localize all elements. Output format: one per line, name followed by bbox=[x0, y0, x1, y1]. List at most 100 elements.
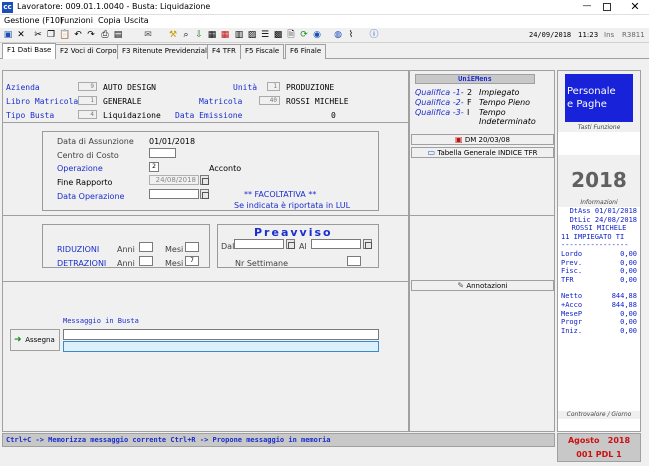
undo-icon[interactable]: ↶ bbox=[73, 30, 83, 40]
data-operazione-calendar-icon[interactable] bbox=[200, 189, 209, 199]
refresh-icon[interactable]: ⟳ bbox=[299, 30, 309, 40]
right-divider bbox=[410, 215, 554, 216]
toolbar-mode: Ins bbox=[604, 31, 615, 39]
tabella-tfr-button[interactable]: ▭ Tabella Generale INDICE TFR bbox=[411, 147, 554, 158]
qualifica-2-label: Qualifica -2- bbox=[415, 98, 464, 107]
assegna-arrow-icon: ➜ bbox=[14, 335, 22, 345]
delete-icon[interactable]: ✕ bbox=[16, 30, 26, 40]
preavviso-al-input[interactable] bbox=[311, 239, 361, 249]
unita-code: 1 bbox=[267, 82, 280, 91]
fine-rapporto-calendar-icon[interactable] bbox=[200, 175, 209, 185]
mail-icon[interactable]: ✉ bbox=[143, 30, 153, 40]
status-bar: Ctrl+C -> Memorizza messaggio corrente C… bbox=[2, 433, 555, 447]
document-icon[interactable]: 🗎 bbox=[286, 30, 296, 40]
toolbar-time: 11:23 bbox=[578, 31, 599, 39]
tab-finale[interactable]: F6 Finale bbox=[285, 44, 327, 59]
annotazioni-button[interactable]: ✎ Annotazioni bbox=[411, 280, 554, 291]
toolbar-code: R3811 bbox=[622, 31, 645, 39]
libro-name: GENERALE bbox=[103, 97, 142, 106]
maximize-icon[interactable] bbox=[603, 3, 611, 11]
info-row-tfr: TFR 0,00 bbox=[561, 275, 637, 284]
dm-button[interactable]: ▣ DM 20/03/08 bbox=[411, 134, 554, 145]
help-icon[interactable]: ◉ bbox=[312, 30, 322, 40]
preview-icon[interactable]: ▤ bbox=[113, 30, 123, 40]
window-title: Lavoratore: 009.01.1.0040 - Busta: Liqui… bbox=[17, 2, 211, 11]
operazione-input[interactable]: 2 bbox=[149, 162, 159, 172]
detrazioni-anni-input[interactable] bbox=[139, 256, 153, 266]
menu-funzioni[interactable]: Funzioni bbox=[60, 16, 93, 25]
info-dtass: DtAss 01/01/2018 bbox=[569, 207, 637, 215]
matricola-name: ROSSI MICHELE bbox=[286, 97, 349, 106]
minimize-icon[interactable]: — bbox=[580, 2, 594, 12]
data-assunzione-label: Data di Assunzione bbox=[57, 137, 134, 146]
redo-icon[interactable]: ↷ bbox=[86, 30, 96, 40]
dm-label: DM 20/03/08 bbox=[464, 136, 510, 144]
info-name: ROSSI MICHELE bbox=[571, 224, 627, 233]
tab-strip: F1 Dati Base F2 Voci di Corpo F3 Ritenut… bbox=[0, 43, 649, 59]
print-icon[interactable]: ⎙ bbox=[100, 30, 110, 40]
qualifica-1-label: Qualifica -1- bbox=[415, 88, 464, 97]
riduzioni-mesi-input[interactable] bbox=[185, 242, 199, 252]
globe-icon[interactable]: ◍ bbox=[333, 30, 343, 40]
year-display: 2018 bbox=[571, 168, 627, 192]
save-icon[interactable]: ▣ bbox=[3, 30, 13, 40]
info-row-lordo: Lordo 0,00 bbox=[561, 249, 637, 258]
preavviso-al-label: Al bbox=[299, 242, 307, 251]
preavviso-settimane-input[interactable] bbox=[347, 256, 361, 266]
detrazioni-mesi-input[interactable]: 7 bbox=[185, 256, 199, 266]
libro-code: 1 bbox=[78, 96, 97, 105]
riduzioni-anni-label: Anni bbox=[117, 245, 135, 254]
riduzioni-anni-input[interactable] bbox=[139, 242, 153, 252]
calendar-icon[interactable]: ▦ bbox=[220, 30, 230, 40]
down-arrow-icon[interactable]: ⇩ bbox=[194, 30, 204, 40]
info-icon[interactable]: ⓘ bbox=[369, 30, 379, 40]
menu-gestione[interactable]: Gestione (F10) bbox=[4, 16, 63, 25]
list-icon[interactable]: ☰ bbox=[260, 30, 270, 40]
preavviso-dal-input[interactable] bbox=[234, 239, 284, 249]
assegna-label: Assegna bbox=[25, 336, 55, 344]
calculator-icon[interactable]: ▦ bbox=[207, 30, 217, 40]
preavviso-al-calendar-icon[interactable] bbox=[363, 239, 372, 249]
tab-dati-base[interactable]: F1 Dati Base bbox=[2, 43, 57, 59]
data-operazione-input[interactable] bbox=[149, 189, 199, 199]
preavviso-dal-label: Dal bbox=[221, 242, 235, 251]
controvalore-label: Controvalore / Giorno bbox=[566, 411, 632, 418]
detrazioni-anni-label: Anni bbox=[117, 259, 135, 268]
tab-ritenute-previdenziali[interactable]: F3 Ritenute Previdenziali bbox=[117, 44, 214, 59]
cut-icon[interactable]: ✂ bbox=[33, 30, 43, 40]
copy-icon[interactable]: ❐ bbox=[46, 30, 56, 40]
matricola-label: Matricola bbox=[199, 97, 243, 106]
tab-tfr[interactable]: F4 TFR bbox=[207, 44, 241, 59]
chart-icon[interactable]: ▨ bbox=[247, 30, 257, 40]
messaggio-label: Messaggio in Busta bbox=[63, 317, 139, 325]
facoltativa-text: ** FACOLTATIVA ** bbox=[244, 190, 317, 199]
menu-uscita[interactable]: Uscita bbox=[124, 16, 149, 25]
status-hint: Ctrl+C -> Memorizza messaggio corrente C… bbox=[6, 436, 331, 444]
qualifica-2-code: F bbox=[467, 98, 472, 107]
search-icon[interactable]: ⌕ bbox=[181, 30, 191, 40]
info-row-acco: +Acco 844,88 bbox=[561, 300, 637, 309]
messaggio-line-1[interactable] bbox=[63, 329, 379, 340]
tasti-funzione-area bbox=[558, 132, 640, 155]
tab-voci-di-corpo[interactable]: F2 Voci di Corpo bbox=[55, 44, 122, 59]
info-row-fisc: Fisc. 0,00 bbox=[561, 267, 637, 276]
mid-divider bbox=[3, 215, 408, 216]
close-icon[interactable]: ✕ bbox=[627, 0, 643, 14]
assegna-button[interactable]: ➜ Assegna bbox=[10, 329, 60, 351]
tools-icon[interactable]: ⚒ bbox=[168, 30, 178, 40]
grid-icon[interactable]: ▩ bbox=[273, 30, 283, 40]
operazione-value: Acconto bbox=[209, 164, 242, 173]
paste-icon[interactable]: 📋 bbox=[59, 30, 70, 40]
menu-copia[interactable]: Copia bbox=[98, 16, 121, 25]
info-qualifica: 11 IMPIEGATO TI bbox=[561, 232, 625, 241]
logo-line-2: e Paghe bbox=[567, 99, 607, 110]
fine-rapporto-input[interactable]: 24/08/2018 bbox=[149, 175, 199, 185]
annotazioni-label: Annotazioni bbox=[466, 282, 508, 290]
centro-costo-input[interactable] bbox=[149, 148, 176, 158]
messaggio-line-2[interactable] bbox=[63, 341, 379, 352]
table-icon[interactable]: ▥ bbox=[234, 30, 244, 40]
monitor-icon: ▭ bbox=[427, 148, 436, 157]
tab-fiscale[interactable]: F5 Fiscale bbox=[240, 44, 285, 59]
preavviso-dal-calendar-icon[interactable] bbox=[286, 239, 295, 249]
attach-icon[interactable]: ⌇ bbox=[346, 30, 356, 40]
